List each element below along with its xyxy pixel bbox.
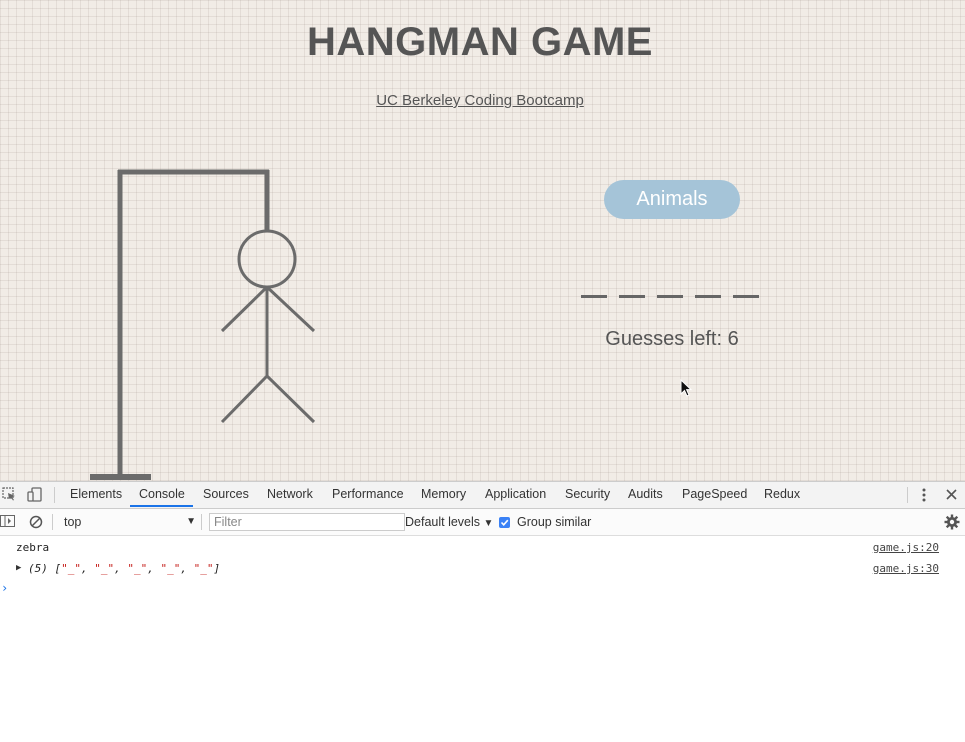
array-item: "_" [94,562,115,575]
tabbar-separator [907,487,908,503]
expand-triangle-icon[interactable]: ▶ [16,563,21,573]
filter-input[interactable] [209,513,405,531]
mouse-cursor-icon [680,379,693,397]
hangman-drawing [90,169,316,480]
tab-elements[interactable]: Elements [70,482,122,508]
array-item: "_" [193,562,214,575]
log-array[interactable]: (5) ["_", "_", "_", "_", "_"] [28,562,220,575]
letter-blank [657,295,683,298]
chevron-down-icon: ▼ [186,516,196,527]
more-icon[interactable] [921,488,927,502]
log-source-link[interactable]: game.js:20 [873,541,939,554]
guesses-label: Guesses left: [605,328,723,350]
device-toggle-icon[interactable] [27,487,43,502]
context-value: top [64,515,82,529]
letter-blank [619,295,645,298]
console-output: zebra game.js:20 ▶ (5) ["_", "_", "_", "… [0,536,965,742]
hangman-right-arm [265,285,316,333]
guesses-left: Guesses left: 6 [560,328,784,351]
context-select[interactable]: top ▼ [59,513,200,531]
toolbar-separator [201,514,202,530]
letter-blank [733,295,759,298]
hangman-head [237,229,297,289]
console-toolbar: top ▼ Default levels ▼ Group similar [0,509,965,536]
chevron-down-icon: ▼ [483,518,494,529]
game-page: HANGMAN GAME UC Berkeley Coding Bootcamp… [0,0,965,481]
tab-security[interactable]: Security [565,482,610,508]
log-message: zebra [16,541,50,554]
group-similar-checkbox[interactable] [499,517,510,528]
log-levels-label: Default levels [405,515,481,529]
group-similar-label: Group similar [517,515,592,529]
guesses-count: 6 [727,328,739,350]
tabbar-separator [54,487,55,503]
close-icon[interactable] [946,489,957,500]
hangman-left-arm [220,285,269,333]
clear-console-icon[interactable] [29,515,43,529]
tab-sources[interactable]: Sources [203,482,249,508]
word-blanks [581,295,759,298]
settings-icon[interactable] [944,514,960,530]
letter-blank [581,295,607,298]
tab-audits[interactable]: Audits [628,482,663,508]
tab-network[interactable]: Network [267,482,313,508]
array-item: "_" [127,562,148,575]
category-button[interactable]: Animals [604,180,740,219]
array-item: "_" [61,562,81,575]
console-log-row: ▶ (5) ["_", "_", "_", "_", "_"] game.js:… [0,559,965,579]
tab-pagespeed[interactable]: PageSpeed [682,482,747,508]
tab-application[interactable]: Application [485,482,546,508]
array-count: (5) [28,562,48,575]
tab-redux[interactable]: Redux [764,482,800,508]
devtools-panel: Elements Console Sources Network Performance… [0,481,965,742]
hangman-right-leg [265,374,316,424]
tab-memory[interactable]: Memory [421,482,466,508]
console-prompt-icon[interactable]: › [1,581,8,595]
active-tab-indicator [130,505,193,507]
hangman-left-leg [220,374,269,424]
array-item: "_" [160,562,181,575]
log-source-link[interactable]: game.js:30 [873,562,939,575]
letter-blank [695,295,721,298]
toolbar-separator [52,514,53,530]
log-levels-dropdown[interactable]: Default levels ▼ [405,513,493,533]
tab-performance[interactable]: Performance [332,482,404,508]
inspect-icon[interactable] [2,487,16,501]
checkbox-checked-icon [500,519,509,526]
console-log-row: zebra game.js:20 [0,538,965,558]
devtools-tabbar: Elements Console Sources Network Performance… [0,481,965,509]
sidebar-toggle-icon[interactable] [0,515,16,528]
